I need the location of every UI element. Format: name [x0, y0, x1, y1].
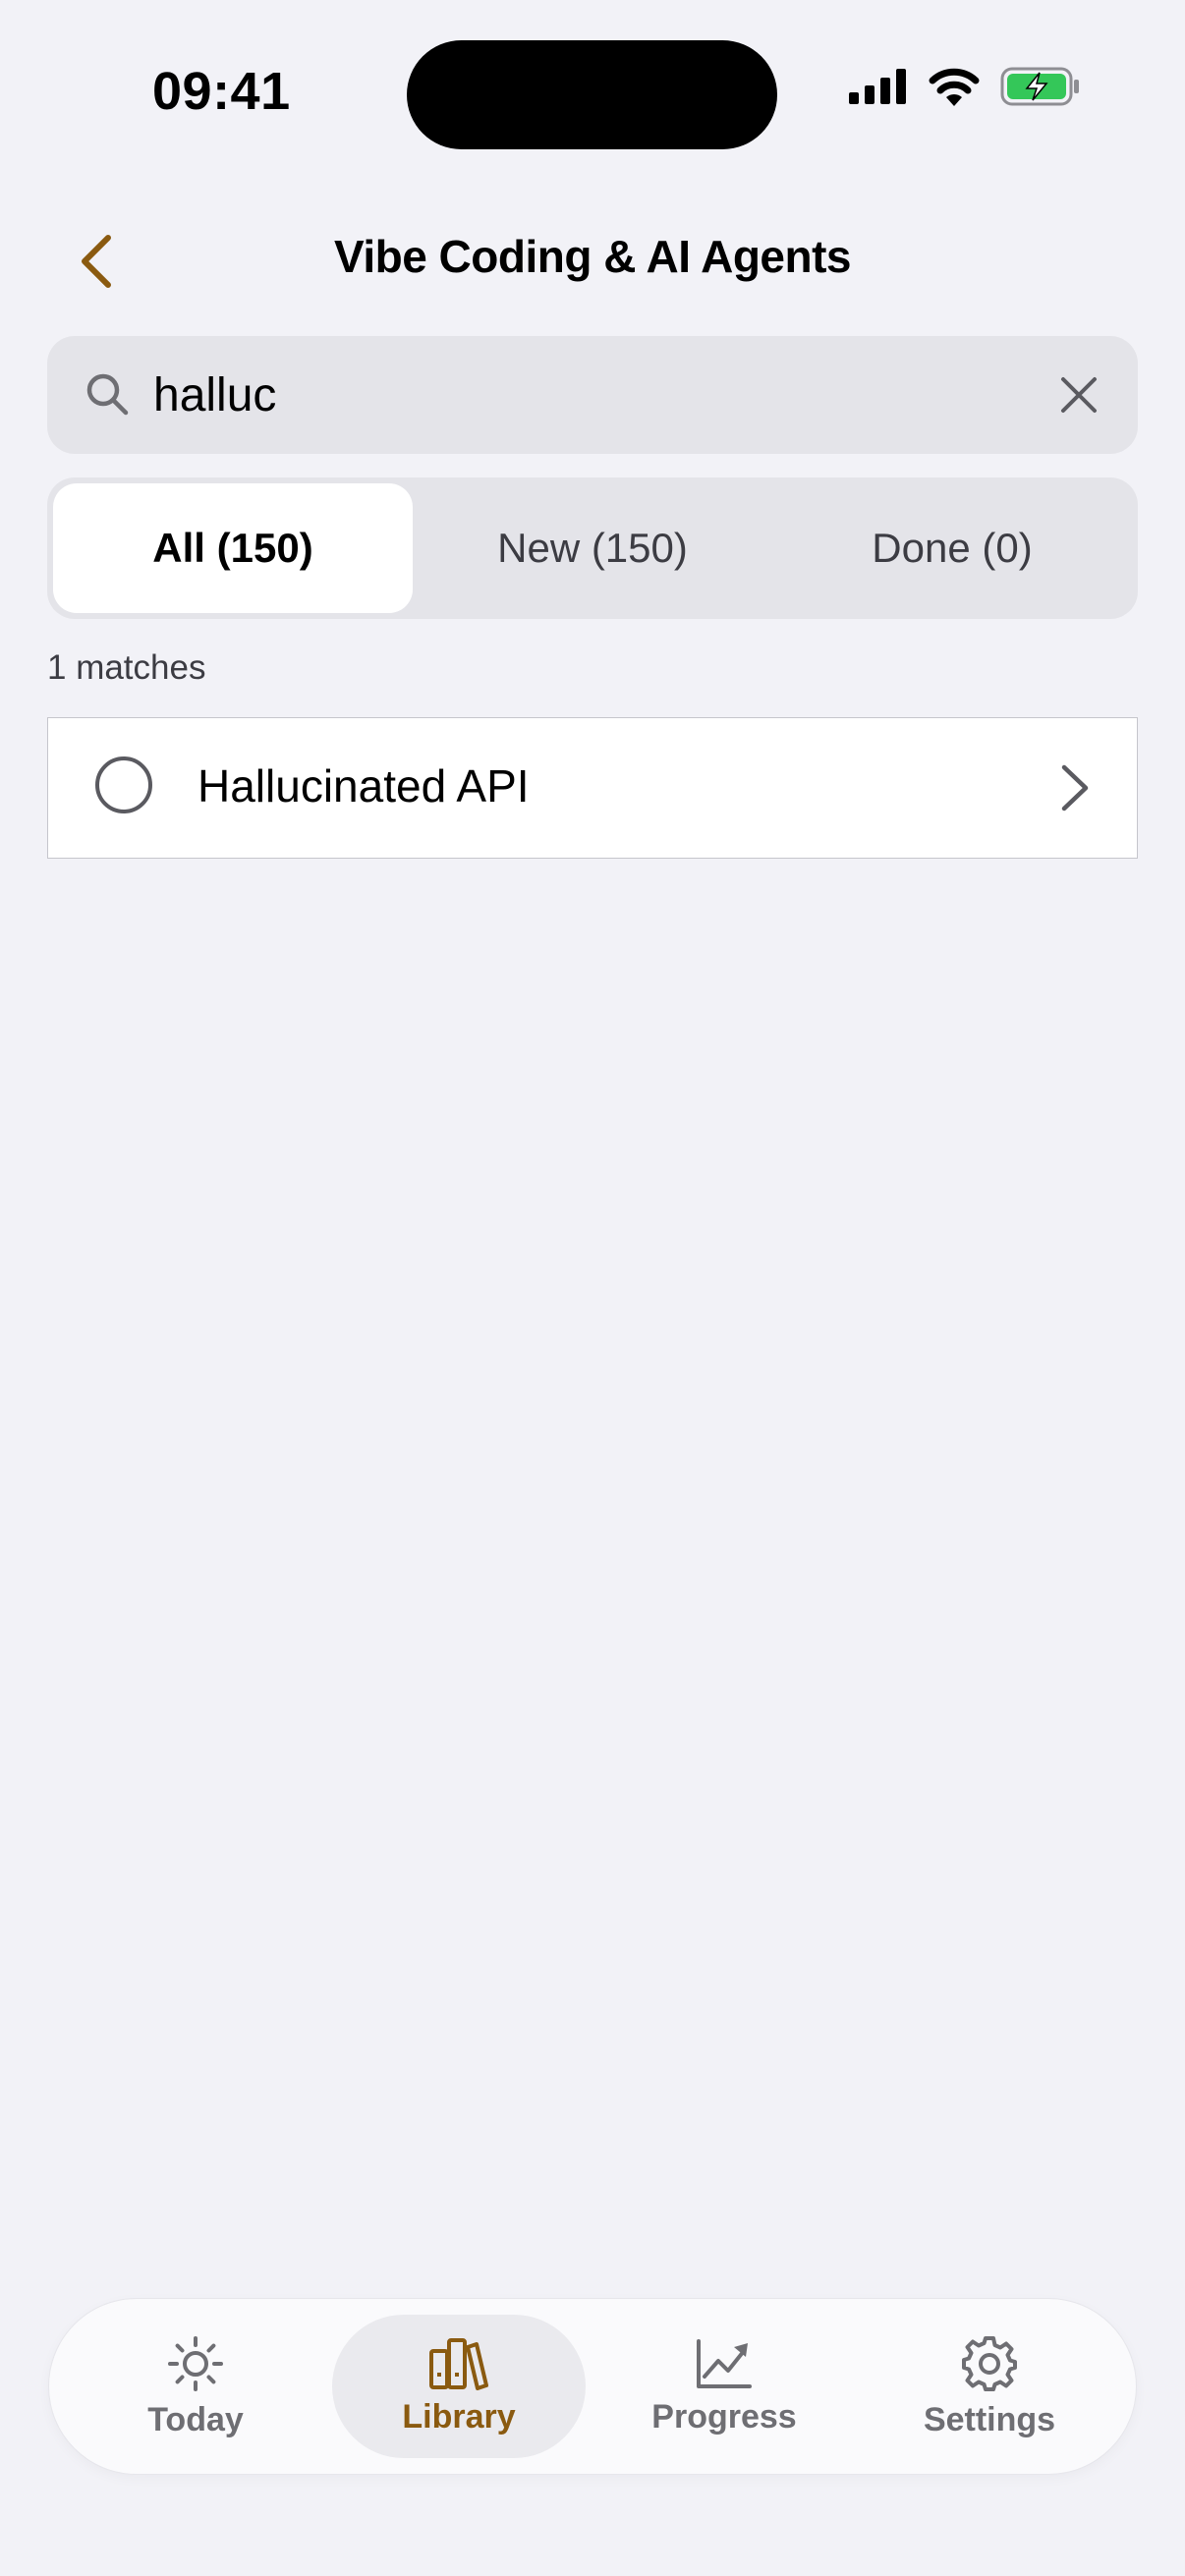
chevron-right-icon — [1061, 764, 1089, 812]
gear-icon — [962, 2335, 1017, 2391]
cellular-signal-icon — [849, 69, 906, 104]
tab-bar: Today Library Progress Settings — [49, 2299, 1136, 2474]
clear-search-button[interactable] — [1049, 365, 1108, 424]
search-input[interactable] — [153, 356, 988, 434]
tab-library[interactable]: Library — [332, 2315, 586, 2458]
tab-settings[interactable]: Settings — [863, 2315, 1116, 2458]
dynamic-island — [407, 40, 777, 149]
page-title: Vibe Coding & AI Agents — [333, 231, 852, 282]
sun-icon — [168, 2335, 223, 2391]
battery-charging-icon — [1000, 67, 1079, 106]
filter-all[interactable]: All (150) — [53, 483, 413, 613]
list-item-label: Hallucinated API — [198, 760, 530, 812]
wifi-icon — [929, 68, 980, 106]
search-bar[interactable] — [47, 336, 1138, 454]
close-icon — [1061, 377, 1097, 413]
filter-segmented-control: All (150) New (150) Done (0) — [47, 477, 1138, 619]
status-circle-icon[interactable] — [95, 756, 152, 813]
tab-progress[interactable]: Progress — [597, 2315, 851, 2458]
filter-new[interactable]: New (150) — [413, 483, 772, 613]
list-item[interactable]: Hallucinated API — [47, 717, 1138, 859]
status-icons — [849, 67, 1081, 106]
tab-progress-label: Progress — [651, 2397, 797, 2436]
status-time: 09:41 — [152, 62, 291, 121]
tab-library-label: Library — [402, 2397, 516, 2436]
chart-line-icon — [697, 2338, 752, 2388]
tab-today[interactable]: Today — [69, 2315, 322, 2458]
tab-today-label: Today — [147, 2400, 244, 2438]
books-icon — [429, 2337, 488, 2390]
search-icon — [86, 373, 129, 416]
match-count: 1 matches — [47, 648, 206, 687]
tab-settings-label: Settings — [923, 2400, 1056, 2438]
filter-done[interactable]: Done (0) — [772, 483, 1132, 613]
screen: 09:41 Vibe Coding & AI Agents halluc All… — [0, 0, 1185, 2576]
